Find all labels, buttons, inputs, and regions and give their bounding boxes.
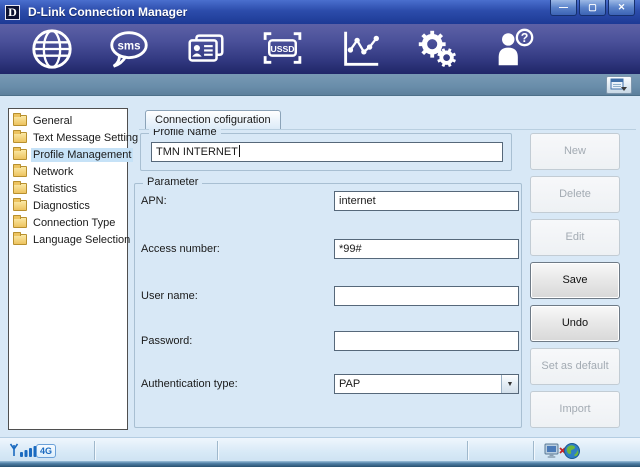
folder-icon [13, 200, 27, 211]
sidebar-item-text-message-setting[interactable]: Text Message Setting [9, 129, 127, 146]
statusbar-separator [94, 441, 95, 460]
contacts-button[interactable] [181, 26, 230, 72]
statusbar-separator [533, 441, 534, 460]
sidebar-item-label: Profile Management [31, 148, 133, 162]
apn-label: APN: [141, 191, 167, 211]
folder-icon [13, 149, 27, 160]
undo-button[interactable]: Undo [530, 305, 620, 342]
sidebar-item-connection-type[interactable]: Connection Type [9, 214, 127, 231]
sidebar-item-language-selection[interactable]: Language Selection [9, 231, 127, 248]
folder-icon [13, 234, 27, 245]
sms-button[interactable]: sms [104, 26, 153, 72]
internet-button[interactable] [27, 26, 76, 72]
sidebar-item-label: Language Selection [31, 233, 132, 247]
window-controls: — ▢ ✕ [550, 0, 635, 16]
sidebar-item-label: Connection Type [31, 216, 117, 230]
compact-view-button[interactable] [606, 76, 632, 94]
globe-icon [29, 26, 75, 72]
import-button: Import [530, 391, 620, 428]
ussd-button[interactable]: USSD [258, 26, 307, 72]
svg-text:sms: sms [117, 40, 140, 52]
profile-name-group: Profile Name TMN INTERNET [140, 133, 512, 171]
maximize-button[interactable]: ▢ [579, 0, 606, 16]
statusbar-separator [217, 441, 218, 460]
content-area: General Text Message Setting Profile Man… [0, 96, 640, 437]
folder-icon [13, 132, 27, 143]
authentication-type-select[interactable]: PAP ▼ [334, 374, 519, 394]
app-window: D D-Link Connection Manager — ▢ ✕ [0, 0, 640, 467]
gears-icon [414, 26, 460, 72]
sidebar-item-label: Diagnostics [31, 199, 92, 213]
svg-text:?: ? [520, 31, 528, 45]
new-button: New [530, 133, 620, 170]
profile-name-field[interactable]: TMN INTERNET [151, 142, 503, 162]
user-name-label: User name: [141, 286, 198, 306]
apn-field[interactable]: internet [334, 191, 519, 211]
statistics-button[interactable] [335, 26, 384, 72]
sidebar-item-statistics[interactable]: Statistics [9, 180, 127, 197]
text-caret [239, 145, 240, 157]
folder-icon [13, 166, 27, 177]
edit-button: Edit [530, 219, 620, 256]
access-number-field[interactable]: *99# [334, 239, 519, 259]
sidebar-item-label: Network [31, 165, 75, 179]
settings-button[interactable] [412, 26, 461, 72]
sidebar-item-label: Text Message Setting [31, 131, 140, 145]
folder-icon [13, 217, 27, 228]
delete-button: Delete [530, 176, 620, 213]
contact-card-icon [183, 26, 229, 72]
save-button[interactable]: Save [530, 262, 620, 299]
parameter-label: Parameter [143, 176, 202, 188]
title-bar[interactable]: D D-Link Connection Manager — ▢ ✕ [0, 0, 640, 24]
user-help-icon: ? [491, 26, 537, 72]
network-type-badge: 4G [36, 444, 56, 458]
authentication-type-label: Authentication type: [141, 374, 238, 394]
sidebar-item-network[interactable]: Network [9, 163, 127, 180]
authentication-type-value: PAP [335, 375, 501, 393]
access-number-label: Access number: [141, 239, 220, 259]
minimize-button[interactable]: — [550, 0, 577, 16]
access-number-value: *99# [339, 243, 362, 255]
sidebar-item-label: General [31, 114, 74, 128]
password-label: Password: [141, 331, 192, 351]
apn-value: internet [339, 195, 376, 207]
sidebar-item-general[interactable]: General [9, 112, 127, 129]
signal-strength-icon [9, 442, 37, 462]
window-title: D-Link Connection Manager [28, 5, 187, 19]
help-button[interactable]: ? [489, 26, 538, 72]
window-bottom-edge [0, 461, 640, 467]
folder-icon [13, 183, 27, 194]
compact-view-icon [610, 78, 628, 92]
status-bar: 4G [0, 437, 640, 462]
sidebar-item-diagnostics[interactable]: Diagnostics [9, 197, 127, 214]
close-button[interactable]: ✕ [608, 0, 635, 16]
line-chart-icon [337, 26, 383, 72]
svg-text:USSD: USSD [270, 44, 294, 54]
statusbar-separator [467, 441, 468, 460]
profile-name-value: TMN INTERNET [156, 146, 238, 158]
sms-bubble-icon: sms [106, 26, 152, 72]
sidebar-item-profile-management[interactable]: Profile Management [9, 146, 127, 163]
dlink-logo-icon: D [5, 5, 20, 20]
user-name-field[interactable] [334, 286, 519, 306]
folder-icon [13, 115, 27, 126]
chevron-down-icon[interactable]: ▼ [501, 375, 518, 393]
password-field[interactable] [334, 331, 519, 351]
sub-toolbar-strip [0, 74, 640, 96]
ussd-icon: USSD [258, 26, 307, 72]
main-toolbar: sms USSD [0, 24, 640, 74]
navigation-list: General Text Message Setting Profile Man… [8, 108, 128, 430]
parameter-group: Parameter APN: internet Access number: *… [134, 183, 522, 428]
tab-connection-configuration[interactable]: Connection cofiguration [145, 110, 281, 129]
set-as-default-button: Set as default [530, 348, 620, 385]
sidebar-item-label: Statistics [31, 182, 79, 196]
